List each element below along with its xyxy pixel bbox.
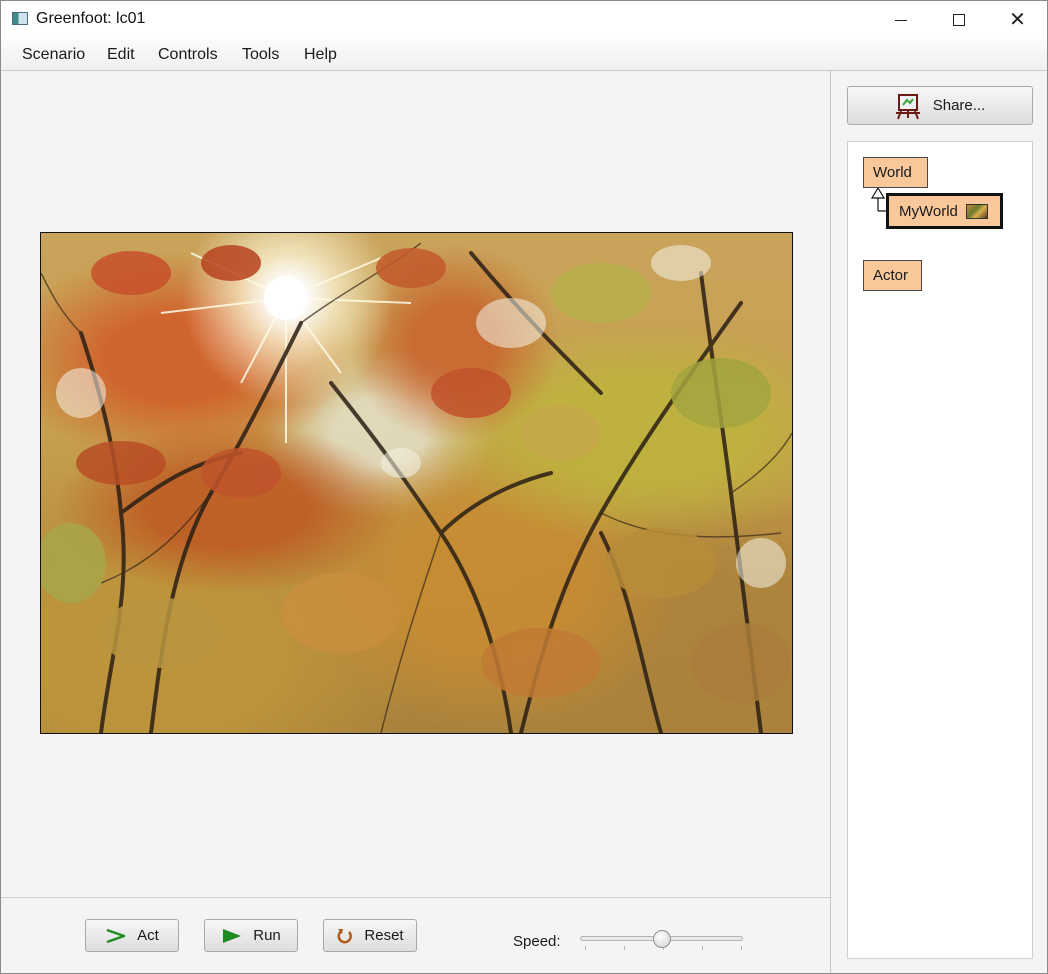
run-label: Run: [253, 927, 281, 944]
reset-button[interactable]: Reset: [323, 919, 417, 952]
act-label: Act: [137, 927, 159, 944]
act-button[interactable]: Act: [85, 919, 179, 952]
menu-controls[interactable]: Controls: [158, 46, 218, 64]
app-icon: [12, 12, 28, 25]
greenfoot-window: Greenfoot: lc01 ✕ Scenario Edit Controls…: [0, 0, 1048, 974]
slider-tick: [741, 946, 742, 950]
class-diagram: World MyWorld Actor: [847, 141, 1033, 959]
close-icon: ✕: [1009, 9, 1026, 31]
run-button[interactable]: Run: [204, 919, 298, 952]
window-title: Greenfoot: lc01: [36, 10, 146, 27]
share-easel-icon: [895, 93, 920, 119]
slider-tick: [624, 946, 625, 950]
slider-tick: [585, 946, 586, 950]
class-world[interactable]: World: [863, 157, 928, 188]
menu-tools[interactable]: Tools: [242, 46, 279, 64]
speed-label: Speed:: [513, 933, 561, 950]
autumn-trees-image: [41, 242, 792, 733]
right-panel: Share... World MyWorld Actor: [831, 71, 1047, 973]
world-canvas[interactable]: [40, 232, 793, 734]
menu-bar: Scenario Edit Controls Tools Help: [1, 39, 1047, 71]
class-myworld[interactable]: MyWorld: [886, 193, 1003, 229]
minimize-button[interactable]: [871, 1, 930, 39]
speed-slider-thumb[interactable]: [653, 930, 671, 948]
menu-scenario[interactable]: Scenario: [22, 46, 85, 64]
world-area: [1, 71, 830, 897]
class-myworld-label: MyWorld: [899, 202, 958, 220]
minimize-icon: [894, 19, 907, 21]
close-button[interactable]: ✕: [988, 1, 1047, 39]
maximize-button[interactable]: [929, 1, 988, 39]
menu-help[interactable]: Help: [304, 46, 337, 64]
share-button[interactable]: Share...: [847, 86, 1033, 125]
class-actor-label: Actor: [873, 267, 909, 284]
step-arrow-icon: [106, 928, 126, 943]
slider-tick: [702, 946, 703, 950]
play-icon: [223, 928, 242, 943]
class-actor[interactable]: Actor: [863, 260, 922, 291]
class-world-label: World: [873, 164, 912, 181]
title-bar: Greenfoot: lc01 ✕: [1, 1, 1047, 39]
reset-icon: [337, 928, 353, 943]
menu-edit[interactable]: Edit: [107, 46, 135, 64]
world-thumbnail-icon: [965, 203, 988, 219]
reset-label: Reset: [364, 927, 404, 944]
control-bar: Act Run Reset Speed:: [1, 897, 830, 973]
maximize-icon: [952, 14, 965, 26]
share-label: Share...: [932, 97, 986, 114]
